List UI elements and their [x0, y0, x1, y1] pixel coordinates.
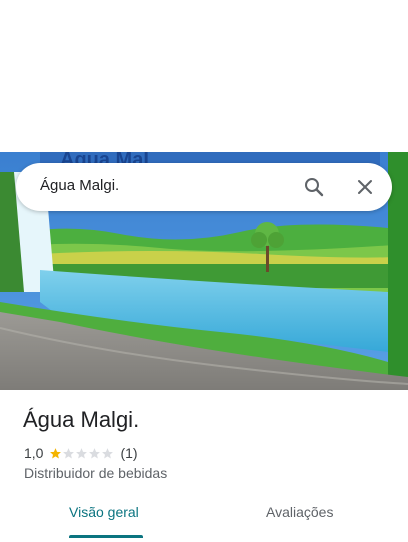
place-category: Distribuidor de bebidas: [24, 465, 168, 481]
star-icon: [102, 447, 114, 458]
search-icon[interactable]: [302, 175, 326, 199]
place-tabs: Visão geral Avaliações: [0, 492, 408, 542]
search-input[interactable]: Água Malgi.: [40, 177, 119, 194]
tab-reviews[interactable]: Avaliações: [266, 504, 333, 520]
star-icon: [89, 447, 101, 458]
close-icon[interactable]: [353, 175, 377, 199]
maps-place-panel: Água MaL Água Malgi. Água Malgi. 1,0 (1)…: [0, 0, 408, 542]
place-info: Água Malgi. 1,0 (1) Distribuidor de bebi…: [0, 390, 408, 542]
tab-overview[interactable]: Visão geral: [69, 504, 139, 520]
star-rating: [49, 447, 114, 460]
review-count[interactable]: (1): [120, 445, 137, 461]
place-title: Água Malgi.: [23, 407, 140, 432]
star-icon: [76, 447, 88, 458]
star-icon: [50, 447, 62, 458]
map-area-blank: [0, 0, 408, 152]
rating-value: 1,0: [24, 445, 44, 461]
search-box[interactable]: Água Malgi.: [16, 163, 392, 211]
active-tab-indicator: [69, 535, 143, 538]
rating-row[interactable]: 1,0 (1): [24, 444, 138, 462]
star-icon: [63, 447, 75, 458]
